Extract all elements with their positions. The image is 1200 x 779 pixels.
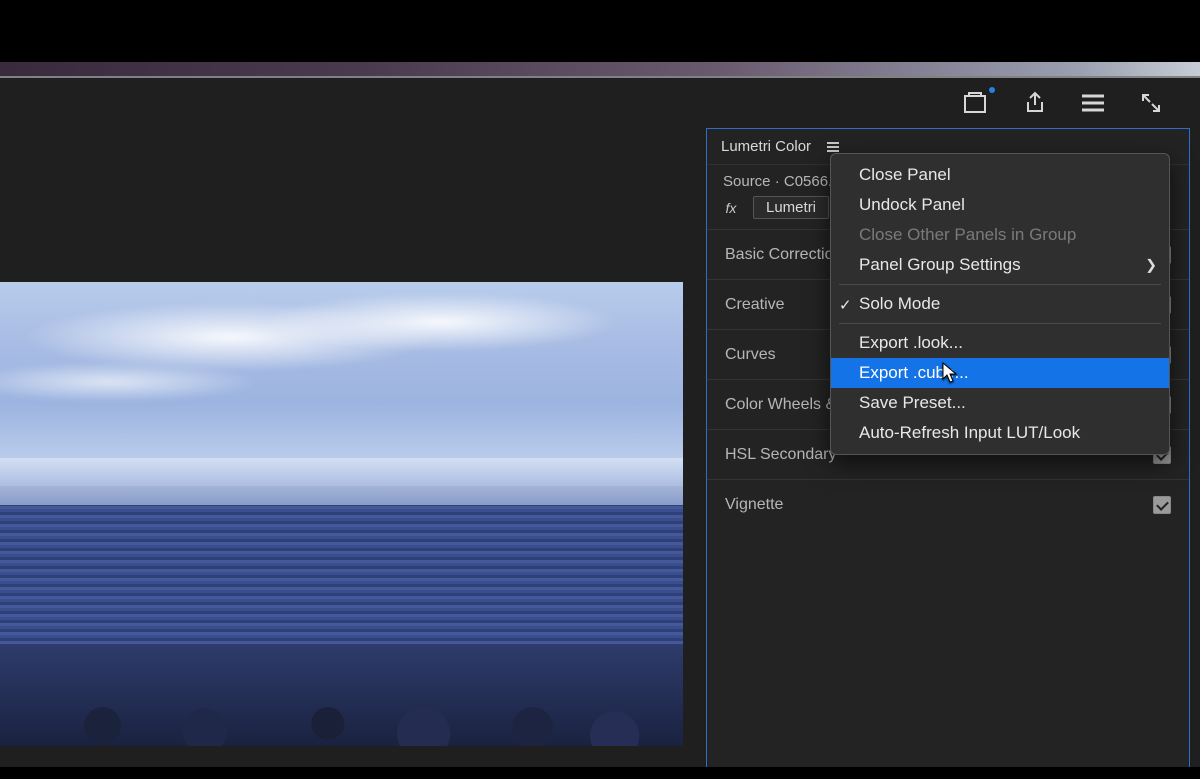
letterbox-top xyxy=(0,0,1200,62)
menu-export-cube[interactable]: Export .cube... xyxy=(831,358,1169,388)
menu-undock-panel[interactable]: Undock Panel xyxy=(831,190,1169,220)
menu-label: Panel Group Settings xyxy=(859,255,1021,274)
menu-save-preset[interactable]: Save Preset... xyxy=(831,388,1169,418)
preview-cloud xyxy=(260,292,620,352)
panel-context-menu: Close Panel Undock Panel Close Other Pan… xyxy=(830,153,1170,455)
fx-toggle-icon[interactable]: fx xyxy=(719,200,743,216)
section-vignette[interactable]: Vignette xyxy=(707,479,1189,529)
menu-export-look[interactable]: Export .look... xyxy=(831,328,1169,358)
menu-separator xyxy=(839,323,1161,324)
notification-dot-icon xyxy=(989,87,995,93)
section-label: Vignette xyxy=(725,496,783,514)
share-icon[interactable] xyxy=(1020,88,1050,118)
window-titlebar-sliver xyxy=(0,62,1200,76)
check-icon: ✓ xyxy=(839,296,852,314)
panel-tab-lumetri[interactable]: Lumetri Color xyxy=(721,138,811,155)
letterbox-bottom xyxy=(0,767,1200,779)
preview-cloud xyxy=(0,362,260,402)
section-label: Basic Correction xyxy=(725,246,842,264)
effect-selector-button[interactable]: Lumetri xyxy=(753,196,829,219)
fullscreen-icon[interactable] xyxy=(1136,88,1166,118)
section-label: Curves xyxy=(725,346,776,364)
workspaces-icon[interactable] xyxy=(1078,88,1108,118)
section-toggle-checkbox[interactable] xyxy=(1153,496,1171,514)
section-label: Color Wheels & xyxy=(725,396,836,414)
top-toolbar xyxy=(962,78,1190,128)
program-monitor xyxy=(0,282,683,746)
section-label: Creative xyxy=(725,296,785,314)
quick-export-icon[interactable] xyxy=(962,88,992,118)
menu-separator xyxy=(839,284,1161,285)
menu-close-panel[interactable]: Close Panel xyxy=(831,160,1169,190)
submenu-arrow-icon: ❯ xyxy=(1145,257,1157,274)
menu-solo-mode[interactable]: ✓ Solo Mode xyxy=(831,289,1169,319)
menu-label: Solo Mode xyxy=(859,294,940,313)
menu-panel-group-settings[interactable]: Panel Group Settings ❯ xyxy=(831,250,1169,280)
menu-close-other-panels: Close Other Panels in Group xyxy=(831,220,1169,250)
section-label: HSL Secondary xyxy=(725,446,836,464)
menu-auto-refresh-lut[interactable]: Auto-Refresh Input LUT/Look xyxy=(831,418,1169,448)
panel-menu-icon[interactable] xyxy=(827,142,839,152)
preview-shore xyxy=(0,644,683,746)
